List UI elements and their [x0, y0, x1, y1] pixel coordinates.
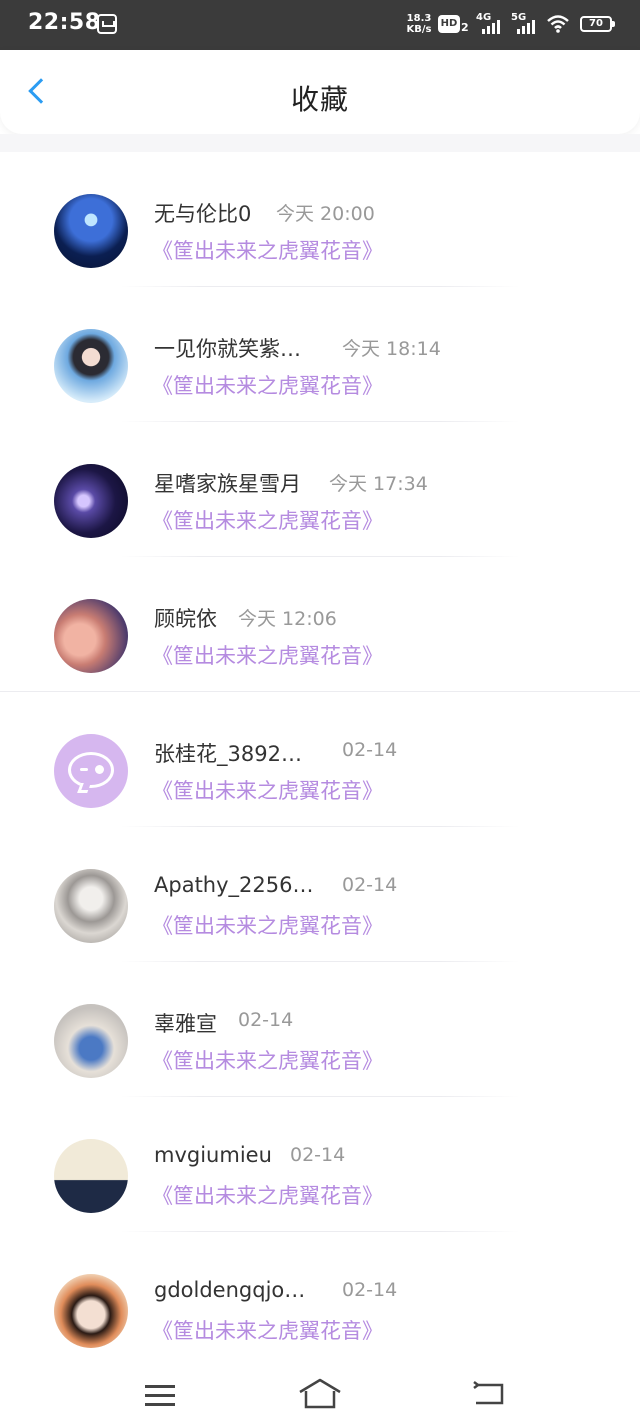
book-title[interactable]: 《筐出未来之虎翼花音》 [152, 235, 383, 265]
list-item[interactable]: 辜雅宣 02-14 《筐出未来之虎翼花音》 [0, 962, 640, 1097]
username: gdoldengqjo… [154, 1278, 306, 1302]
username: 无与伦比0 [154, 202, 252, 226]
avatar[interactable] [54, 599, 128, 673]
signal-5g-icon: 5G [511, 12, 541, 36]
book-title[interactable]: 《筐出未来之虎翼花音》 [152, 370, 383, 400]
timestamp: 02-14 [342, 874, 398, 896]
avatar[interactable] [54, 1004, 128, 1078]
timestamp: 02-14 [342, 739, 398, 761]
hd-sub-label: 2 [461, 21, 469, 34]
system-navigation-bar [0, 1367, 640, 1427]
page-title: 收藏 [290, 83, 349, 116]
chat-bubble-icon [68, 752, 114, 793]
username: 星嗜家族星雪月 [154, 472, 301, 496]
header-separator [0, 134, 640, 152]
network-speed-unit: KB/s [406, 24, 432, 35]
network-speed-value: 18.3 [406, 13, 432, 24]
avatar[interactable] [54, 194, 128, 268]
book-title[interactable]: 《筐出未来之虎翼花音》 [152, 505, 383, 535]
battery-icon: 70 [580, 16, 615, 32]
username: 顾皖依 [154, 607, 217, 631]
list-item[interactable]: 张桂花_3892… 02-14 《筐出未来之虎翼花音》 [0, 692, 640, 827]
signal-4g-icon: 4G [476, 12, 506, 36]
book-title[interactable]: 《筐出未来之虎翼花音》 [152, 1045, 383, 1075]
avatar[interactable] [54, 329, 128, 403]
timestamp: 今天 12:06 [238, 608, 337, 630]
list-item[interactable]: Apathy_2256… 02-14 《筐出未来之虎翼花音》 [0, 827, 640, 962]
list-item[interactable]: mvgiumieu 02-14 《筐出未来之虎翼花音》 [0, 1097, 640, 1232]
username: 一见你就笑紫… [154, 337, 301, 361]
list-item[interactable]: 顾皖依 今天 12:06 《筐出未来之虎翼花音》 [0, 557, 640, 692]
avatar[interactable] [54, 1139, 128, 1213]
avatar[interactable] [54, 464, 128, 538]
username: 张桂花_3892… [154, 742, 302, 766]
status-bar: 22:58 18.3 KB/s HD 2 4G 5G 70 [0, 0, 640, 50]
timestamp: 02-14 [342, 1279, 398, 1301]
favorites-list: 无与伦比0 今天 20:00 《筐出未来之虎翼花音》 一见你就笑紫… 今天 18… [0, 152, 640, 1367]
avatar[interactable] [54, 869, 128, 943]
book-title[interactable]: 《筐出未来之虎翼花音》 [152, 1315, 383, 1345]
network-speed: 18.3 KB/s [404, 13, 434, 35]
book-title[interactable]: 《筐出未来之虎翼花音》 [152, 1180, 383, 1210]
timestamp: 今天 17:34 [329, 473, 428, 495]
home-icon[interactable] [298, 1377, 342, 1411]
hd-icon: HD [438, 15, 460, 33]
list-item[interactable]: 无与伦比0 今天 20:00 《筐出未来之虎翼花音》 [0, 152, 640, 287]
avatar[interactable] [54, 734, 128, 808]
book-title[interactable]: 《筐出未来之虎翼花音》 [152, 775, 383, 805]
username: Apathy_2256… [154, 873, 314, 897]
avatar[interactable] [54, 1274, 128, 1348]
timestamp: 02-14 [290, 1144, 346, 1166]
timestamp: 02-14 [238, 1009, 294, 1031]
wifi-icon [547, 15, 569, 33]
status-time: 22:58 [28, 10, 101, 35]
notification-app-icon [97, 14, 117, 34]
menu-icon[interactable] [145, 1383, 175, 1407]
username: mvgiumieu [154, 1143, 272, 1167]
list-item[interactable]: 一见你就笑紫… 今天 18:14 《筐出未来之虎翼花音》 [0, 287, 640, 422]
book-title[interactable]: 《筐出未来之虎翼花音》 [152, 640, 383, 670]
list-item[interactable]: gdoldengqjo… 02-14 《筐出未来之虎翼花音》 [0, 1232, 640, 1367]
book-title[interactable]: 《筐出未来之虎翼花音》 [152, 910, 383, 940]
username: 辜雅宣 [154, 1012, 217, 1036]
timestamp: 今天 18:14 [342, 338, 441, 360]
header: 收藏 [0, 50, 640, 134]
list-item[interactable]: 星嗜家族星雪月 今天 17:34 《筐出未来之虎翼花音》 [0, 422, 640, 557]
back-nav-icon[interactable] [472, 1381, 504, 1407]
timestamp: 今天 20:00 [276, 203, 375, 225]
